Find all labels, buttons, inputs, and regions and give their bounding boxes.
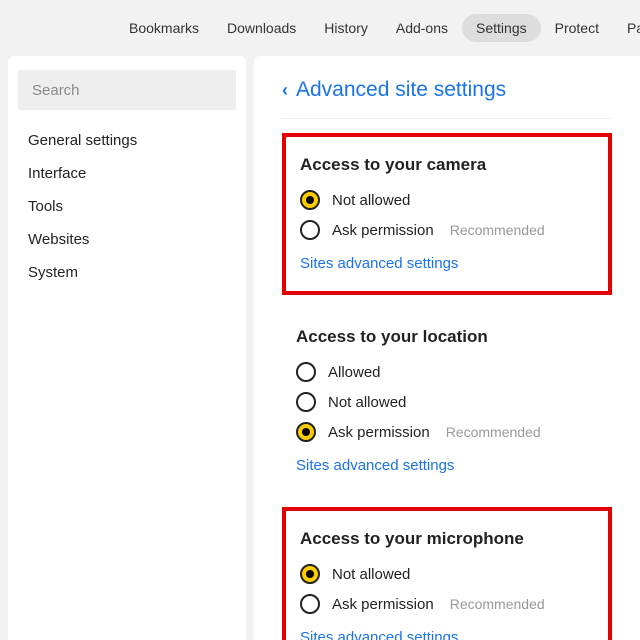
recommended-hint: Recommended [450, 222, 545, 238]
radio-icon [300, 594, 320, 614]
search-input[interactable] [18, 70, 236, 110]
radio-mic-ask[interactable]: Ask permission Recommended [300, 589, 594, 619]
link-mic-sites[interactable]: Sites advanced settings [300, 629, 458, 640]
radio-camera-ask[interactable]: Ask permission Recommended [300, 215, 594, 245]
radio-label: Ask permission [332, 596, 434, 613]
main-panel: ‹ Advanced site settings Access to your … [254, 56, 640, 640]
link-camera-sites[interactable]: Sites advanced settings [300, 255, 458, 272]
tab-bookmarks[interactable]: Bookmarks [115, 14, 213, 42]
tab-passwords[interactable]: Passwords [613, 14, 640, 42]
radio-location-allowed[interactable]: Allowed [296, 357, 598, 387]
tab-addons[interactable]: Add-ons [382, 14, 462, 42]
radio-icon [300, 190, 320, 210]
sidebar-item-websites[interactable]: Websites [18, 223, 236, 256]
section-title-microphone: Access to your microphone [300, 529, 594, 549]
breadcrumb-back[interactable]: ‹ Advanced site settings [282, 78, 612, 119]
radio-icon [296, 362, 316, 382]
radio-mic-not-allowed[interactable]: Not allowed [300, 559, 594, 589]
recommended-hint: Recommended [450, 596, 545, 612]
radio-label: Ask permission [332, 222, 434, 239]
settings-sidebar: General settings Interface Tools Website… [8, 56, 246, 640]
radio-label: Allowed [328, 364, 381, 381]
radio-label: Not allowed [328, 394, 406, 411]
radio-camera-not-allowed[interactable]: Not allowed [300, 185, 594, 215]
top-tabs: Bookmarks Downloads History Add-ons Sett… [0, 0, 640, 56]
tab-history[interactable]: History [310, 14, 382, 42]
radio-icon [300, 564, 320, 584]
radio-location-ask[interactable]: Ask permission Recommended [296, 417, 598, 447]
radio-label: Ask permission [328, 424, 430, 441]
radio-location-not-allowed[interactable]: Not allowed [296, 387, 598, 417]
link-location-sites[interactable]: Sites advanced settings [296, 457, 454, 474]
radio-icon [296, 422, 316, 442]
sidebar-item-tools[interactable]: Tools [18, 190, 236, 223]
radio-icon [300, 220, 320, 240]
radio-label: Not allowed [332, 192, 410, 209]
section-title-camera: Access to your camera [300, 155, 594, 175]
tab-settings[interactable]: Settings [462, 14, 541, 42]
chevron-left-icon: ‹ [282, 80, 288, 101]
sidebar-item-general[interactable]: General settings [18, 124, 236, 157]
section-camera: Access to your camera Not allowed Ask pe… [282, 133, 612, 295]
section-location: Access to your location Allowed Not allo… [282, 309, 612, 493]
radio-icon [296, 392, 316, 412]
page-title: Advanced site settings [296, 78, 506, 102]
sidebar-item-interface[interactable]: Interface [18, 157, 236, 190]
sidebar-item-system[interactable]: System [18, 256, 236, 289]
radio-label: Not allowed [332, 566, 410, 583]
tab-downloads[interactable]: Downloads [213, 14, 310, 42]
recommended-hint: Recommended [446, 424, 541, 440]
section-microphone: Access to your microphone Not allowed As… [282, 507, 612, 640]
section-title-location: Access to your location [296, 327, 598, 347]
tab-protect[interactable]: Protect [541, 14, 613, 42]
